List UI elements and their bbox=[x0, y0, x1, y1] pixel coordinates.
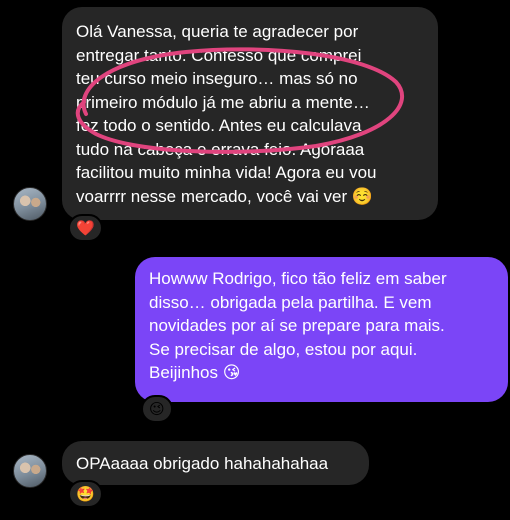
message-line: Olá Vanessa, queria te agradecer por bbox=[76, 22, 359, 41]
star-struck-face-icon: 🤩 bbox=[76, 485, 95, 503]
winking-face-icon: 😉 bbox=[149, 400, 165, 418]
avatar[interactable] bbox=[13, 454, 47, 488]
reaction-badge[interactable]: ❤️ bbox=[68, 214, 103, 242]
message-line: primeiro módulo já me abriu a mente… bbox=[76, 92, 370, 112]
message-bubble-incoming[interactable]: OPAaaaa obrigado hahahahahaa bbox=[62, 441, 369, 485]
message-line: Beijinhos 😘 bbox=[149, 363, 241, 382]
message-line: teu curso meio inseguro… mas só no bbox=[76, 69, 358, 88]
reaction-badge[interactable]: 😉 bbox=[141, 395, 173, 423]
message-line: fez todo o sentido. Antes eu calculava bbox=[76, 116, 362, 135]
message-bubble-incoming[interactable]: Olá Vanessa, queria te agradecer por ent… bbox=[62, 7, 438, 220]
avatar[interactable] bbox=[13, 187, 47, 221]
message-line: OPAaaaa obrigado hahahahahaa bbox=[76, 454, 329, 473]
message-line: disso… obrigada pela partilha. E vem bbox=[149, 292, 432, 312]
message-line: voarrrr nesse mercado, você vai ver ☺️ bbox=[76, 186, 374, 206]
message-line: facilitou muito minha vida! Agora eu vou bbox=[76, 163, 377, 182]
message-line: novidades por aí se prepare para mais. bbox=[149, 316, 445, 335]
red-heart-icon: ❤️ bbox=[76, 219, 95, 237]
reaction-badge[interactable]: 🤩 bbox=[68, 480, 103, 508]
message-line: entregar tanto. Confesso que comprei bbox=[76, 45, 362, 65]
message-line: Se precisar de algo, estou por aqui. bbox=[149, 339, 418, 359]
message-bubble-outgoing[interactable]: Howww Rodrigo, fico tão feliz em saber d… bbox=[135, 257, 508, 402]
message-line: tudo na cabeça e errava feio. Agoraaa bbox=[76, 139, 365, 159]
message-line: Howww Rodrigo, fico tão feliz em saber bbox=[149, 269, 447, 288]
